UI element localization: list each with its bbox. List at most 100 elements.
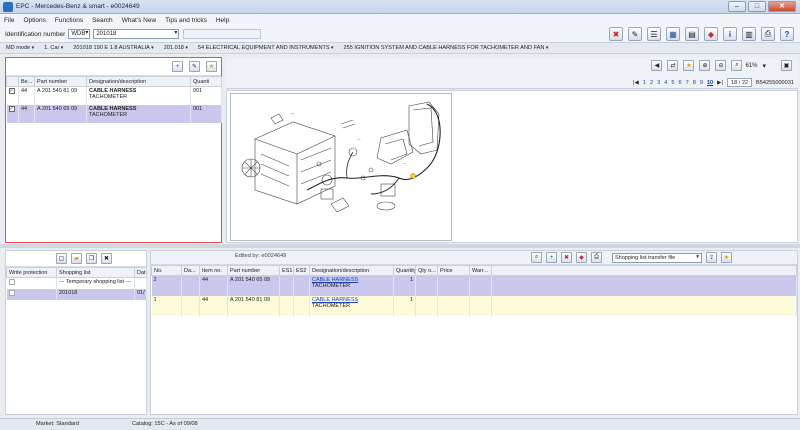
list-item[interactable]: --- Temporary shopping list --- [6, 277, 147, 289]
edit-icon[interactable]: ✎ [628, 27, 642, 41]
compare-icon[interactable]: ⇄ [667, 60, 679, 71]
drawing-viewer[interactable]: — — — [226, 90, 798, 243]
page-link[interactable]: 9 [700, 80, 703, 86]
star-icon[interactable]: ★ [206, 61, 217, 72]
write-protect-checkbox[interactable] [8, 279, 15, 285]
page-link[interactable]: 3 [657, 80, 660, 86]
eraser-icon[interactable]: ◆ [576, 252, 587, 263]
eraser-icon[interactable]: ◆ [704, 27, 718, 41]
help-icon[interactable]: ? [780, 27, 794, 41]
zoom-icon[interactable]: ⌕ [731, 60, 743, 71]
col-check[interactable] [6, 76, 19, 87]
minimize-button[interactable]: – [728, 1, 746, 12]
col-part-number[interactable]: Part number [34, 76, 87, 87]
zoom-dropdown-icon[interactable]: ▾ [762, 62, 766, 70]
col-price[interactable]: Price [437, 265, 470, 276]
col-item-no[interactable]: Item no. [199, 265, 228, 276]
page-link[interactable]: 2 [650, 80, 653, 86]
delete-list-icon[interactable]: ✖ [101, 253, 112, 264]
print-icon[interactable]: ⎙ [591, 252, 602, 263]
ident-number-input[interactable]: 201018 [93, 29, 180, 39]
col-no[interactable]: No. [151, 265, 182, 276]
menu-whats-new[interactable]: What's New [122, 17, 156, 24]
copy-list-icon[interactable]: ❐ [86, 253, 97, 264]
col-qty-ordered[interactable]: Qty o... [415, 265, 438, 276]
page-link[interactable]: 4 [664, 80, 667, 86]
next-page-icon[interactable]: ▶| [717, 80, 723, 86]
transfer-select[interactable]: Shopping list transfer file [612, 252, 702, 263]
crumb-class[interactable]: 1. Car [44, 45, 63, 51]
star-icon[interactable]: ★ [721, 252, 732, 263]
page-link[interactable]: 5 [671, 80, 674, 86]
list-icon[interactable]: ☰ [647, 27, 661, 41]
open-list-icon[interactable]: ▰ [71, 253, 82, 264]
col-da[interactable]: Da... [181, 265, 200, 276]
crumb-mode[interactable]: MD mode [6, 45, 34, 51]
table-row[interactable]: 1 44 A 201 540 81 09 CABLE HARNESS TACHOM… [151, 295, 797, 316]
catalog-icon[interactable]: ▦ [666, 27, 680, 41]
col-warranty[interactable]: Warr... [469, 265, 492, 276]
info-icon[interactable]: i [723, 27, 737, 41]
exploded-drawing[interactable]: — — — [230, 93, 452, 241]
print-icon[interactable]: ⎙ [761, 27, 775, 41]
row-quantity[interactable]: 1 [393, 275, 416, 296]
row-be: 44 [18, 104, 35, 123]
row-checkbox[interactable]: ✓ [8, 88, 15, 94]
search-icon[interactable]: ⌕ [531, 252, 542, 263]
col-write-protection[interactable]: Write protection [6, 267, 57, 278]
crumb-subgroup[interactable]: 255 IGNITION SYSTEM AND CABLE HARNESS FO… [344, 45, 549, 51]
export-icon[interactable]: ⇪ [706, 252, 717, 263]
menu-search[interactable]: Search [92, 17, 113, 24]
first-page-icon[interactable]: |◀ [633, 80, 639, 86]
zoom-level[interactable]: 61% [745, 63, 757, 69]
crumb-type[interactable]: 201.018 [164, 45, 188, 51]
page-link[interactable]: 1 [643, 80, 646, 86]
crumb-group[interactable]: 54 ELECTRICAL EQUIPMENT AND INSTRUMENTS [198, 45, 334, 51]
menu-options[interactable]: Options [23, 17, 45, 24]
zoom-out-icon[interactable]: ⊖ [715, 60, 727, 71]
delete-vehicle-icon[interactable]: ✖ [609, 27, 623, 41]
col-be[interactable]: Be... [18, 76, 35, 87]
document-icon[interactable]: ▤ [685, 27, 699, 41]
menu-file[interactable]: File [4, 17, 14, 24]
delete-row-icon[interactable]: ✖ [561, 252, 572, 263]
zoom-in-icon[interactable]: ⊕ [699, 60, 711, 71]
menu-help[interactable]: Help [216, 17, 229, 24]
col-es2[interactable]: ES2 [293, 265, 310, 276]
col-shopping-list[interactable]: Shopping list [56, 267, 135, 278]
horizontal-splitter[interactable] [0, 244, 800, 248]
star-icon[interactable]: ★ [683, 60, 695, 71]
back-icon[interactable]: ◀ [651, 60, 663, 71]
write-protect-checkbox[interactable] [8, 289, 15, 296]
crumb-model[interactable]: 201018 190 E 1.8 AUSTRALIA [73, 45, 153, 51]
close-button[interactable]: ✕ [768, 1, 796, 12]
row-quantity[interactable]: 1 [393, 295, 416, 316]
col-es1[interactable]: ES1 [279, 265, 294, 276]
panel-toggle-icon[interactable]: ▣ [781, 60, 792, 71]
col-designation[interactable]: Designation/description [86, 76, 191, 87]
books-icon[interactable]: ▥ [742, 27, 756, 41]
ident-type-select[interactable]: WDB [68, 29, 91, 39]
add-row-icon[interactable]: + [546, 252, 557, 263]
add-to-list-icon[interactable]: + [172, 61, 183, 72]
page-link[interactable]: 6 [678, 80, 681, 86]
table-row-selected[interactable]: ✓ 44 A 201 540 65 09 CABLE HARNESS TACHOM… [6, 104, 222, 123]
edit-note-icon[interactable]: ✎ [189, 61, 200, 72]
menu-functions[interactable]: Functions [55, 17, 83, 24]
list-item-selected[interactable]: 201018 01/ [6, 288, 147, 300]
page-link[interactable]: 8 [693, 80, 696, 86]
menu-tips[interactable]: Tips and tricks [165, 17, 207, 24]
table-row-selected[interactable]: 2 44 A 201 540 65 09 CABLE HARNESS TACHOM… [151, 275, 797, 296]
col-quantity[interactable]: Quanti [190, 76, 222, 87]
col-quantity[interactable]: Quantity [393, 265, 416, 276]
table-row[interactable]: ✓ 44 A 201 540 81 09 CABLE HARNESS TACHOM… [6, 86, 222, 105]
maximize-button[interactable]: □ [748, 1, 766, 12]
page-link[interactable]: 7 [686, 80, 689, 86]
new-list-icon[interactable]: ▢ [56, 253, 67, 264]
col-part-number[interactable]: Part number [227, 265, 280, 276]
current-page-link[interactable]: 10 [707, 80, 713, 86]
window-title: EPC - Mercedes-Benz & smart - e0024649 [16, 3, 140, 10]
row-checkbox[interactable]: ✓ [8, 105, 15, 112]
col-designation[interactable]: Designation/description [309, 265, 394, 276]
col-date[interactable]: Dat [134, 267, 147, 278]
